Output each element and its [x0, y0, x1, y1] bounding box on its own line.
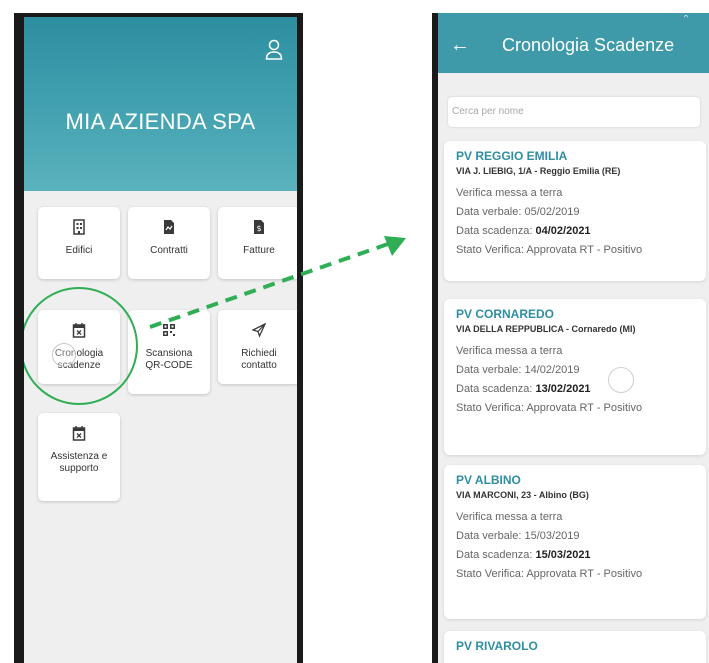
svg-text:$: $ — [256, 224, 261, 233]
record-data-scadenza: Data scadenza: 13/02/2021 — [456, 380, 706, 399]
data-scadenza-label: Data scadenza: — [456, 549, 536, 561]
record-address: VIA J. LIEBIG, 1/A - Reggio Emilia (RE) — [456, 166, 621, 176]
data-scadenza-value: 13/02/2021 — [535, 383, 591, 395]
data-scadenza-label: Data scadenza: — [456, 225, 536, 237]
record-data-verbale: Data verbale: 15/03/2019 — [456, 530, 580, 542]
record-data-verbale: Data verbale: 05/02/2019 — [456, 206, 580, 218]
menu-tile-edifici[interactable]: Edifici — [38, 207, 120, 279]
data-scadenza-value: 15/03/2021 — [535, 549, 591, 561]
send-icon — [252, 322, 266, 338]
menu-tile-richiedi-contatto[interactable]: Richiedi contatto — [218, 310, 297, 384]
arrow-left-icon[interactable]: ← — [450, 35, 470, 55]
left-phone-frame: MIA AZIENDA SPA Edifici Contratti $ Fatt… — [14, 13, 303, 663]
record-stato: Stato Verifica: Approvata RT - Positivo — [456, 568, 643, 580]
record-address: VIA MARCONI, 23 - Albino (BG) — [456, 490, 589, 500]
menu-tile-label: Assistenza e supporto — [50, 451, 108, 474]
record-stato: Stato Verifica: Approvata RT - Positivo — [456, 244, 643, 256]
document-icon — [164, 220, 174, 234]
menu-tile-fatture[interactable]: $ Fatture — [218, 207, 297, 279]
menu-tile-label: Fatture — [243, 245, 275, 256]
home-screen: MIA AZIENDA SPA Edifici Contratti $ Fatt… — [24, 17, 297, 663]
record-verifica: Verifica messa a terra — [456, 511, 563, 523]
invoice-icon: $ — [254, 220, 264, 234]
record-name: PV CORNAREDO — [456, 307, 555, 321]
user-icon[interactable] — [265, 39, 283, 61]
menu-tile-label: Scansiona QR-CODE — [145, 348, 193, 371]
menu-tile-contratti[interactable]: Contratti — [128, 207, 210, 279]
data-scadenza-value: 04/02/2021 — [535, 225, 591, 237]
record-verifica: Verifica messa a terra — [456, 187, 563, 199]
record-data-scadenza: Data scadenza: 04/02/2021 — [456, 222, 706, 241]
record-verifica: Verifica messa a terra — [456, 345, 563, 357]
highlight-circle — [24, 287, 138, 405]
menu-tile-assistenza[interactable]: Assistenza e supporto — [38, 413, 120, 501]
status-glyph: ᵔ — [683, 13, 688, 25]
home-header: MIA AZIENDA SPA — [24, 17, 297, 191]
menu-tile-scansiona-qr[interactable]: Scansiona QR-CODE — [128, 310, 210, 394]
record-card[interactable]: PV ALBINO VIA MARCONI, 23 - Albino (BG) … — [444, 465, 706, 619]
record-stato: Stato Verifica: Approvata RT - Positivo — [456, 402, 643, 414]
search-input[interactable]: Cerca per nome — [448, 97, 700, 127]
touch-indicator — [52, 343, 76, 367]
record-name: PV ALBINO — [456, 473, 521, 487]
record-card[interactable]: PV RIVAROLO — [444, 631, 706, 663]
menu-tile-label: Contratti — [150, 245, 188, 256]
touch-indicator — [608, 367, 634, 393]
qr-code-icon — [163, 324, 175, 336]
menu-tile-label: Richiedi contatto — [241, 348, 277, 371]
record-address: VIA DELLA REPPUBLICA - Cornaredo (MI) — [456, 324, 636, 334]
data-scadenza-label: Data scadenza: — [456, 383, 536, 395]
cronologia-screen: ← Cronologia Scadenze ᵔ Cerca per nome P… — [438, 13, 709, 663]
record-data-scadenza: Data scadenza: 15/03/2021 — [456, 546, 706, 565]
menu-tile-label: Edifici — [65, 245, 93, 256]
company-title: MIA AZIENDA SPA — [65, 109, 256, 134]
record-card[interactable]: PV CORNAREDO VIA DELLA REPPUBLICA - Corn… — [444, 299, 706, 455]
record-data-verbale: Data verbale: 14/02/2019 — [456, 364, 580, 376]
building-icon — [73, 219, 85, 235]
right-phone-frame: ← Cronologia Scadenze ᵔ Cerca per nome P… — [432, 13, 709, 663]
record-name: PV REGGIO EMILIA — [456, 149, 568, 163]
calendar-icon — [72, 426, 86, 441]
screen-title: Cronologia Scadenze — [502, 35, 675, 55]
record-card[interactable]: PV REGGIO EMILIA VIA J. LIEBIG, 1/A - Re… — [444, 141, 706, 281]
app-bar: ← Cronologia Scadenze ᵔ — [438, 13, 709, 73]
